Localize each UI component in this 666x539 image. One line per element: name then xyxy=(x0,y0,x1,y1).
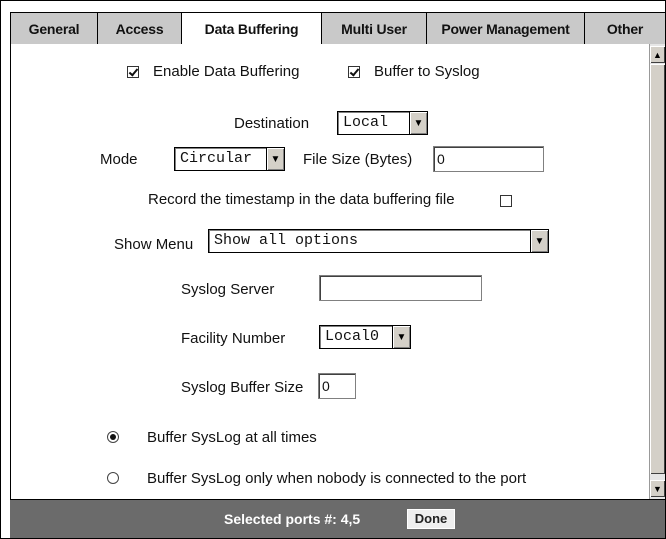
facility-number-select[interactable]: Local0 ▼ xyxy=(319,325,411,349)
selected-ports-text: Selected ports #: 4,5 xyxy=(224,511,361,527)
scroll-up-arrow-icon[interactable]: ▲ xyxy=(650,46,665,63)
syslog-buffer-size-label: Syslog Buffer Size xyxy=(181,379,304,396)
file-size-input[interactable]: 0 xyxy=(433,146,544,172)
mode-select[interactable]: Circular ▼ xyxy=(174,147,285,171)
enable-data-buffering-checkbox[interactable] xyxy=(127,66,139,78)
tab-general-label: General xyxy=(28,20,80,37)
destination-select[interactable]: Local ▼ xyxy=(337,111,428,135)
chevron-down-icon: ▼ xyxy=(530,230,548,252)
tab-power-management[interactable]: Power Management xyxy=(427,13,585,45)
chevron-down-icon: ▼ xyxy=(409,112,427,134)
mode-label: Mode xyxy=(100,151,138,168)
syslog-server-label: Syslog Server xyxy=(181,281,275,298)
facility-number-value: Local0 xyxy=(325,328,380,345)
tab-other[interactable]: Other xyxy=(585,13,665,45)
buffer-to-syslog-checkbox[interactable] xyxy=(348,66,360,78)
show-menu-label: Show Menu xyxy=(114,236,194,253)
data-buffering-panel: Enable Data Buffering Buffer to Syslog D… xyxy=(10,44,650,499)
destination-label: Destination xyxy=(234,115,310,132)
tab-bar: General Access Data Buffering Multi User… xyxy=(10,12,665,45)
tab-data-buffering-label: Data Buffering xyxy=(204,21,299,37)
footer-bar: Selected ports #: 4,5 Done xyxy=(10,499,665,538)
tab-access-label: Access xyxy=(115,20,164,37)
chevron-down-icon: ▼ xyxy=(392,326,410,348)
tab-multi-user-label: Multi User xyxy=(341,20,407,37)
facility-number-label: Facility Number xyxy=(181,330,286,347)
enable-data-buffering-label: Enable Data Buffering xyxy=(153,63,300,80)
tab-multi-user[interactable]: Multi User xyxy=(322,13,427,45)
mode-value: Circular xyxy=(180,150,253,167)
file-size-label: File Size (Bytes) xyxy=(303,151,413,168)
tab-access[interactable]: Access xyxy=(98,13,182,45)
show-menu-value: Show all options xyxy=(214,232,359,249)
scroll-down-arrow-icon[interactable]: ▼ xyxy=(650,480,665,497)
timestamp-label: Record the timestamp in the data bufferi… xyxy=(148,191,455,208)
buffer-to-syslog-label: Buffer to Syslog xyxy=(374,63,480,80)
config-window: General Access Data Buffering Multi User… xyxy=(0,0,666,539)
vertical-scrollbar[interactable]: ▲ ▼ xyxy=(649,44,665,499)
show-menu-select[interactable]: Show all options ▼ xyxy=(208,229,549,253)
chevron-down-icon: ▼ xyxy=(266,148,284,170)
scrollbar-thumb[interactable] xyxy=(650,64,665,474)
syslog-buffer-size-input[interactable]: 0 xyxy=(318,373,356,399)
buffer-syslog-all-times-radio[interactable] xyxy=(107,431,119,443)
done-button[interactable]: Done xyxy=(407,509,455,529)
tab-data-buffering[interactable]: Data Buffering xyxy=(182,13,322,45)
buffer-syslog-nobody-connected-radio[interactable] xyxy=(107,472,119,484)
buffer-syslog-nobody-connected-label: Buffer SysLog only when nobody is connec… xyxy=(147,470,527,487)
timestamp-checkbox[interactable] xyxy=(500,195,512,207)
buffer-syslog-all-times-label: Buffer SysLog at all times xyxy=(147,429,317,446)
syslog-server-input[interactable] xyxy=(319,275,482,301)
destination-value: Local xyxy=(343,114,389,131)
tab-power-management-label: Power Management xyxy=(441,20,570,37)
tab-other-label: Other xyxy=(606,20,644,37)
tab-general[interactable]: General xyxy=(11,13,98,45)
